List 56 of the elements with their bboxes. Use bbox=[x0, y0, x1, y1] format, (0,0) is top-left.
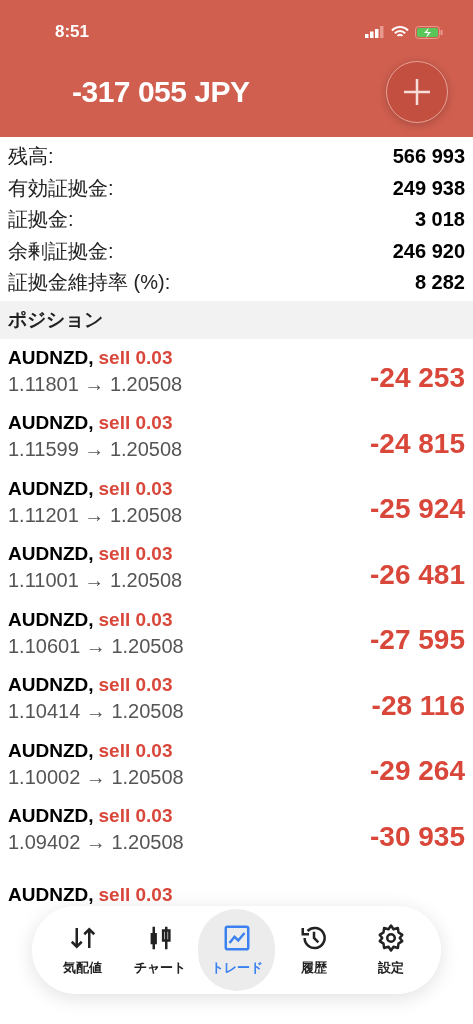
position-trade: sell 0.03 bbox=[98, 739, 173, 762]
position-symbol: AUDNZD, bbox=[8, 412, 94, 435]
position-profit: -26 481 bbox=[370, 558, 465, 591]
position-profit: -24 253 bbox=[370, 362, 465, 395]
summary-value: 3 018 bbox=[414, 208, 465, 232]
summary-value: 246 920 bbox=[392, 239, 465, 263]
position-profit: -28 116 bbox=[371, 689, 465, 722]
position-symbol: AUDNZD, bbox=[8, 477, 94, 500]
summary-label: 余剰証拠金: bbox=[8, 238, 114, 264]
summary-value: 249 938 bbox=[392, 176, 465, 200]
plus-icon bbox=[402, 76, 432, 107]
position-symbol: AUDNZD, bbox=[8, 739, 94, 762]
wifi-icon bbox=[391, 25, 409, 39]
position-trade: sell 0.03 bbox=[98, 805, 173, 828]
position-symbol: AUDNZD, bbox=[8, 346, 94, 369]
summary-value: 566 993 bbox=[392, 145, 465, 169]
position-trade: sell 0.03 bbox=[98, 884, 173, 907]
position-prices: 1.11599 → 1.20508 bbox=[8, 438, 183, 462]
position-symbol: AUDNZD, bbox=[8, 884, 94, 907]
position-trade: sell 0.03 bbox=[98, 412, 173, 435]
position-profit: -30 935 bbox=[370, 820, 465, 853]
position-trade: sell 0.03 bbox=[98, 543, 173, 566]
tab-item[interactable]: 履歴 bbox=[275, 909, 352, 991]
section-header: ポジション bbox=[0, 300, 473, 339]
summary-value: 8 282 bbox=[414, 271, 465, 295]
tab-item[interactable]: 気配値 bbox=[44, 909, 121, 991]
signal-icon bbox=[365, 26, 385, 38]
position-symbol: AUDNZD, bbox=[8, 543, 94, 566]
position-profit: -27 595 bbox=[370, 624, 465, 657]
add-button[interactable] bbox=[386, 60, 448, 123]
position-trade: sell 0.03 bbox=[98, 477, 173, 500]
position-prices: 1.09402 → 1.20508 bbox=[8, 831, 184, 855]
tab-item[interactable]: 設定 bbox=[352, 909, 429, 991]
position-prices: 1.11801 → 1.20508 bbox=[8, 372, 183, 396]
battery-icon bbox=[415, 25, 443, 39]
position-symbol: AUDNZD, bbox=[8, 608, 94, 631]
position-symbol: AUDNZD, bbox=[8, 805, 94, 828]
position-profit: -25 924 bbox=[370, 493, 465, 526]
position-prices: 1.10414 → 1.20508 bbox=[8, 700, 184, 724]
position-trade: sell 0.03 bbox=[98, 674, 173, 697]
position-profit: -24 815 bbox=[370, 427, 465, 460]
position-prices: 1.11001 → 1.20508 bbox=[8, 569, 183, 593]
position-prices: 1.10601 → 1.20508 bbox=[8, 634, 184, 658]
position-trade: sell 0.03 bbox=[98, 346, 173, 369]
position-prices: 1.11201 → 1.20508 bbox=[8, 503, 183, 527]
summary-label: 証拠金維持率 (%): bbox=[8, 270, 171, 296]
position-prices: 1.10002 → 1.20508 bbox=[8, 765, 184, 789]
account-balance: -317 055 JPY bbox=[72, 74, 250, 109]
summary-label: 残高: bbox=[8, 144, 54, 170]
position-profit: -29 264 bbox=[370, 755, 465, 788]
position-trade: sell 0.03 bbox=[98, 608, 173, 631]
summary-label: 証拠金: bbox=[8, 207, 74, 233]
position-symbol: AUDNZD, bbox=[8, 674, 94, 697]
status-time: 8:51 bbox=[55, 22, 90, 42]
summary-label: 有効証拠金: bbox=[8, 175, 114, 201]
tab-item[interactable]: チャート bbox=[121, 909, 198, 991]
